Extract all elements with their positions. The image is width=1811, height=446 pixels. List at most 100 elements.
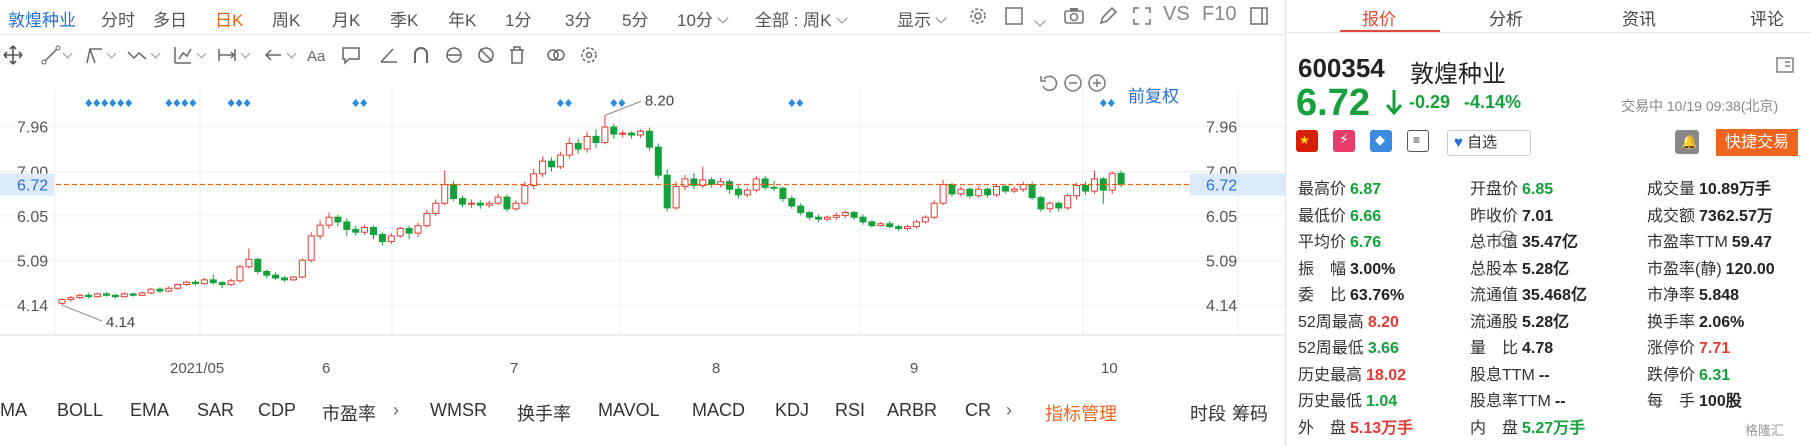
- indicator-pe[interactable]: 市盈率: [322, 400, 376, 426]
- angle-tool-icon[interactable]: [378, 44, 400, 66]
- lock-drawing-icon[interactable]: [443, 44, 465, 66]
- text-tool-icon[interactable]: Aa: [306, 44, 328, 66]
- tab-quote[interactable]: 报价: [1362, 5, 1396, 30]
- tab-analysis[interactable]: 分析: [1489, 5, 1523, 30]
- chevron-down-icon[interactable]: [196, 48, 207, 59]
- sidebar-toggle-icon[interactable]: [1248, 5, 1270, 27]
- candle: [734, 185, 742, 199]
- settings-icon[interactable]: [578, 44, 600, 66]
- kline-chart[interactable]: 7.007.966.055.094.14 7.007.966.055.094.1…: [0, 80, 1285, 392]
- trash-icon[interactable]: [506, 44, 528, 66]
- event-mark-diamond: [243, 99, 251, 107]
- candle: [1055, 201, 1063, 212]
- indicator-boll[interactable]: BOLL: [57, 400, 103, 421]
- chevron-down-icon[interactable]: [106, 48, 117, 59]
- period-tab-rik[interactable]: 日K: [215, 6, 243, 31]
- candle: [583, 131, 591, 153]
- range-select[interactable]: 全部 : 周K: [755, 6, 848, 31]
- chevron-down-icon[interactable]: [62, 48, 73, 59]
- vs-button[interactable]: VS: [1163, 3, 1190, 26]
- candle: [467, 199, 475, 208]
- arrow-tool-icon[interactable]: [262, 44, 284, 66]
- compare-icon[interactable]: [545, 44, 567, 66]
- candle: [717, 177, 725, 188]
- display-menu[interactable]: 显示: [897, 6, 947, 31]
- indicator-cr[interactable]: CR: [965, 400, 991, 421]
- checkbox-icon[interactable]: [1003, 5, 1025, 27]
- indicator-ma[interactable]: MA: [0, 400, 27, 421]
- candle: [414, 222, 422, 237]
- indicator-rsi[interactable]: RSI: [835, 400, 865, 421]
- indicator-ema[interactable]: EMA: [130, 400, 169, 421]
- indicator-turnover[interactable]: 换手率: [517, 400, 571, 426]
- tab-comments[interactable]: 评论: [1750, 5, 1784, 30]
- indicator-arbr[interactable]: ARBR: [887, 400, 937, 421]
- list-icon[interactable]: [1776, 57, 1794, 73]
- chevron-down-icon[interactable]: [150, 48, 161, 59]
- event-marks[interactable]: [85, 99, 1115, 107]
- wave-tool-icon[interactable]: [126, 44, 148, 66]
- indicator-macd[interactable]: MACD: [692, 400, 745, 421]
- indicator-kdj[interactable]: KDJ: [775, 400, 809, 421]
- tab-news[interactable]: 资讯: [1622, 5, 1656, 30]
- bell-icon[interactable]: 🔔: [1675, 130, 1699, 154]
- candle-body: [672, 185, 680, 209]
- chevron-down-icon[interactable]: [240, 48, 251, 59]
- period-tab-1min[interactable]: 1分: [505, 6, 531, 31]
- period-tab-5min[interactable]: 5分: [622, 6, 648, 31]
- indicator-bar: MA BOLL EMA SAR CDP 市盈率 › WMSR 换手率 MAVOL…: [0, 394, 1285, 434]
- more-icon[interactable]: [1497, 229, 1517, 249]
- indicator-sar[interactable]: SAR: [197, 400, 234, 421]
- stat-label: 股息率TTM: [1470, 393, 1551, 410]
- chevron-down-icon[interactable]: [286, 48, 297, 59]
- candle-body: [823, 216, 831, 220]
- f10-button[interactable]: F10: [1202, 3, 1236, 26]
- indicator-manage-button[interactable]: 指标管理: [1045, 400, 1117, 426]
- quick-trade-button[interactable]: 快捷交易: [1716, 129, 1798, 156]
- indicator-cdp[interactable]: CDP: [258, 400, 296, 421]
- add-watchlist-button[interactable]: ♥ 自选: [1447, 130, 1531, 156]
- fullscreen-icon[interactable]: [1131, 5, 1153, 27]
- candle: [788, 195, 796, 209]
- pen-icon[interactable]: [1097, 5, 1119, 27]
- stat-item: 市盈率TTM 59.47: [1647, 228, 1772, 252]
- period-tab-3min[interactable]: 3分: [565, 6, 591, 31]
- period-tab-niank[interactable]: 年K: [448, 6, 476, 31]
- current-price: 6.72: [1296, 82, 1370, 124]
- comment-tool-icon[interactable]: [340, 44, 362, 66]
- channel-tool-icon[interactable]: [84, 44, 106, 66]
- candle-body: [610, 126, 618, 135]
- candle: [779, 186, 787, 202]
- range-tool-icon[interactable]: [216, 44, 238, 66]
- period-tab-duori[interactable]: 多日: [153, 6, 187, 31]
- stat-label: 量 比: [1470, 340, 1519, 357]
- period-tab-jik[interactable]: 季K: [390, 6, 418, 31]
- candle: [405, 225, 413, 240]
- candle-body: [939, 184, 947, 204]
- period-tab-fenshi[interactable]: 分时: [101, 6, 135, 31]
- notebook-icon[interactable]: ≡: [1407, 130, 1429, 152]
- chevron-down-icon[interactable]: [1034, 15, 1046, 27]
- period-tab-zhouk[interactable]: 周K: [272, 6, 300, 31]
- hide-drawing-icon[interactable]: [475, 44, 497, 66]
- stock-name-link[interactable]: 敦煌种业: [8, 6, 76, 31]
- period-tab-10min[interactable]: 10分: [677, 6, 729, 31]
- indicator-wmsr[interactable]: WMSR: [430, 400, 487, 421]
- chouma-button[interactable]: 筹码: [1232, 400, 1268, 426]
- shiduan-button[interactable]: 时段: [1190, 400, 1226, 426]
- gear-icon[interactable]: [967, 5, 989, 27]
- move-icon[interactable]: [2, 44, 24, 66]
- camera-icon[interactable]: [1063, 5, 1085, 27]
- candle-body: [806, 212, 814, 218]
- chevron-right-icon[interactable]: ›: [1006, 400, 1012, 421]
- stat-value: 35.468亿: [1522, 287, 1587, 304]
- chevron-right-icon[interactable]: ›: [393, 400, 399, 421]
- measure-tool-icon[interactable]: [172, 44, 194, 66]
- indicator-mavol[interactable]: MAVOL: [598, 400, 660, 421]
- y-tick-label-right: 5.09: [1206, 254, 1237, 271]
- line-tool-icon[interactable]: [40, 44, 62, 66]
- period-tab-yuek[interactable]: 月K: [332, 6, 360, 31]
- candle: [904, 224, 911, 231]
- stat-value: --: [1554, 393, 1566, 410]
- magnet-icon[interactable]: [410, 44, 432, 66]
